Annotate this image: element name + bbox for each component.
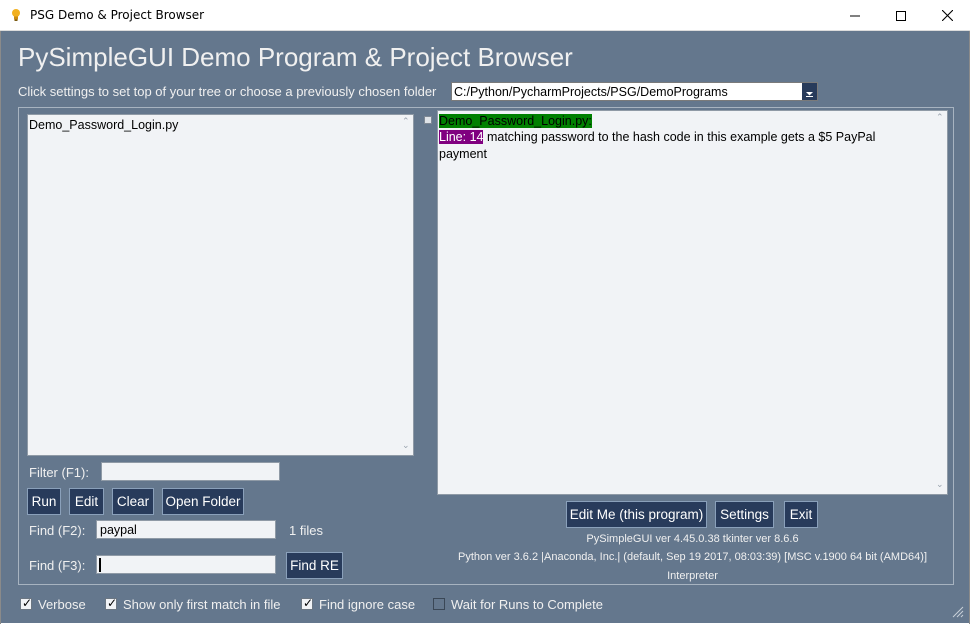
checkbox-box[interactable]: ✓ <box>20 596 33 610</box>
scroll-up-icon[interactable]: ⌃ <box>402 117 410 127</box>
minimize-icon <box>850 15 860 16</box>
title-bar: PSG Demo & Project Browser <box>0 0 970 31</box>
window-title: PSG Demo & Project Browser <box>30 8 205 22</box>
filter-label: Filter (F1): <box>29 465 89 480</box>
wait-runs-checkbox[interactable]: Wait for Runs to Complete <box>433 596 603 612</box>
checkbox-label: Show only first match in file <box>123 596 281 612</box>
scroll-down-icon[interactable]: ⌄ <box>936 480 944 490</box>
output-text-wrap: payment <box>439 147 487 161</box>
scroll-up-icon[interactable]: ⌃ <box>936 113 944 123</box>
edit-me-button[interactable]: Edit Me (this program) <box>566 501 707 528</box>
find-f3-label: Find (F3): <box>29 558 86 573</box>
find-f2-input[interactable]: paypal <box>96 520 276 539</box>
find-f2-label: Find (F2): <box>29 523 86 538</box>
match-count: 1 files <box>289 523 323 538</box>
verbose-checkbox[interactable]: ✓ Verbose <box>20 596 86 612</box>
exit-button[interactable]: Exit <box>784 501 818 528</box>
output-line: Line: 14 matching password to the hash c… <box>439 130 875 144</box>
close-button[interactable] <box>924 0 970 31</box>
output-text: matching password to the hash code in th… <box>483 130 876 144</box>
list-item[interactable]: Demo_Password_Login.py <box>29 118 178 132</box>
page-title: PySimpleGUI Demo Program & Project Brows… <box>18 42 573 72</box>
find-f2-value: paypal <box>100 523 137 537</box>
run-button[interactable]: Run <box>27 488 61 515</box>
combo-dropdown-button[interactable] <box>802 83 817 100</box>
chevron-down-icon <box>806 92 813 97</box>
scroll-down-icon[interactable]: ⌄ <box>402 441 410 451</box>
close-icon <box>941 10 953 21</box>
output-area[interactable]: Demo_Password_Login.py: Line: 14 matchin… <box>437 110 948 495</box>
output-toggle[interactable] <box>424 116 432 124</box>
clear-button[interactable]: Clear <box>112 488 154 515</box>
version-info: PySimpleGUI ver 4.45.0.38 tkinter ver 8.… <box>586 533 799 545</box>
settings-button[interactable]: Settings <box>715 501 774 528</box>
resize-grip-icon[interactable] <box>950 604 964 618</box>
check-icon: ✓ <box>22 596 33 610</box>
check-icon: ✓ <box>303 596 314 610</box>
find-f3-input[interactable] <box>96 555 276 574</box>
ignore-case-checkbox[interactable]: ✓ Find ignore case <box>301 596 416 612</box>
listbox-scrollbar[interactable]: ⌃ ⌄ <box>398 115 413 455</box>
window-border <box>0 31 1 624</box>
checkbox-label: Verbose <box>38 596 86 612</box>
checkbox-box[interactable] <box>433 598 445 610</box>
interpreter-label: Interpreter <box>667 570 718 582</box>
line-number-tag: Line: 14 <box>439 130 484 144</box>
checkbox-box[interactable]: ✓ <box>105 596 118 610</box>
folder-combo-value: C:/Python/PycharmProjects/PSG/DemoProgra… <box>454 85 728 99</box>
bulb-icon <box>12 9 20 21</box>
filter-input[interactable] <box>101 462 280 481</box>
output-scrollbar[interactable]: ⌃ ⌄ <box>932 111 947 494</box>
maximize-icon <box>896 10 906 21</box>
file-listbox[interactable]: Demo_Password_Login.py ⌃ ⌄ <box>27 114 414 456</box>
maximize-button[interactable] <box>878 0 924 31</box>
text-caret <box>99 558 101 572</box>
edit-button[interactable]: Edit <box>69 488 104 515</box>
checkbox-box[interactable]: ✓ <box>301 596 314 610</box>
open-folder-button[interactable]: Open Folder <box>162 488 244 515</box>
checkbox-label: Find ignore case <box>319 596 416 612</box>
checkbox-label: Wait for Runs to Complete <box>451 596 603 612</box>
python-version: Python ver 3.6.2 |Anaconda, Inc.| (defau… <box>457 551 927 563</box>
folder-combo[interactable]: C:/Python/PycharmProjects/PSG/DemoProgra… <box>451 82 818 101</box>
output-filename: Demo_Password_Login.py: <box>439 114 592 128</box>
first-match-checkbox[interactable]: ✓ Show only first match in file <box>105 596 281 612</box>
check-icon: ✓ <box>107 596 118 610</box>
find-re-button[interactable]: Find RE <box>286 552 343 579</box>
minimize-button[interactable] <box>832 0 878 31</box>
folder-prompt: Click settings to set top of your tree o… <box>18 84 437 99</box>
